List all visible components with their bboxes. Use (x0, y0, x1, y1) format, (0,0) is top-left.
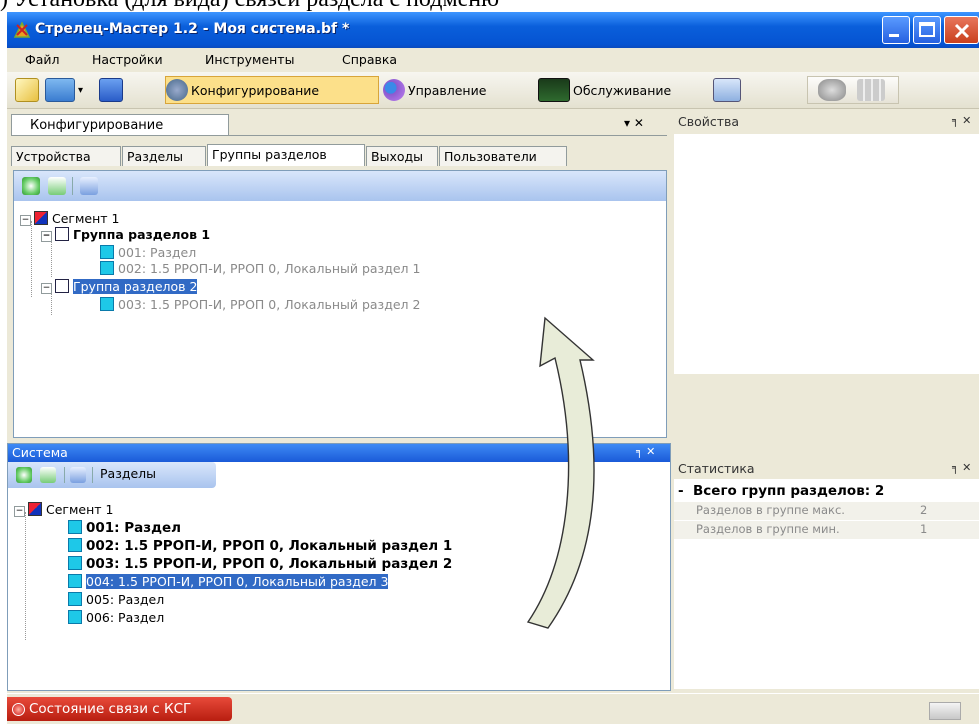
arrow-shape (526, 316, 595, 629)
annotation-arrow (526, 316, 595, 629)
